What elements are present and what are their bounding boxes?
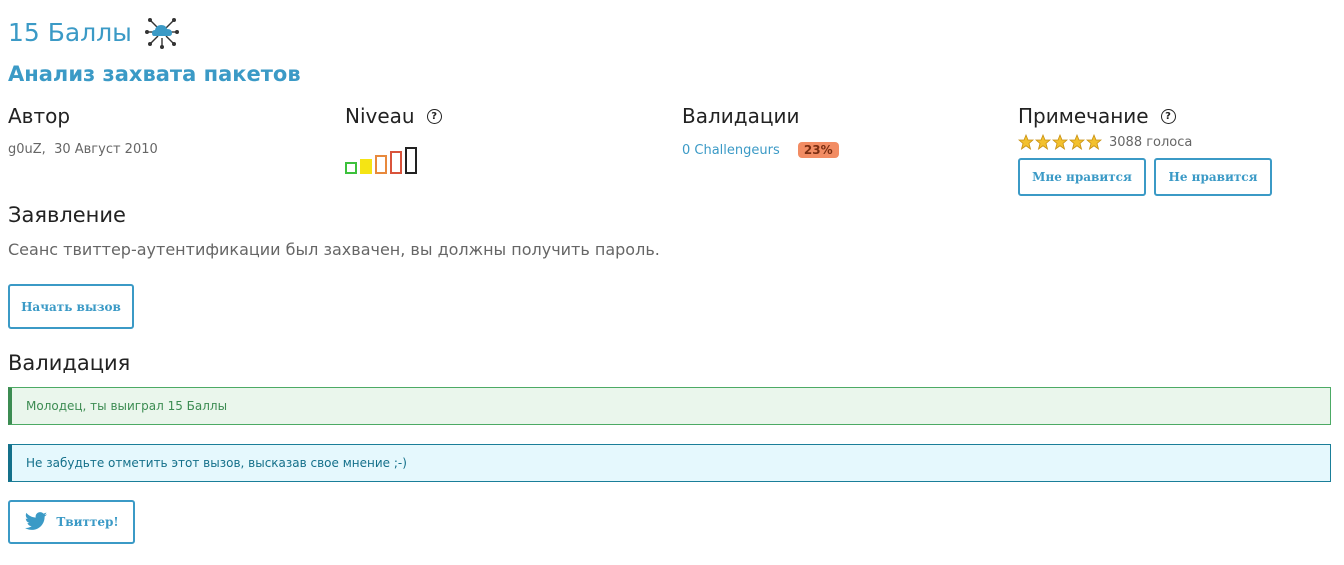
title-row: 15 Баллы [8,14,180,50]
difficulty-level-bars [345,146,442,174]
level-bar-1 [345,162,357,174]
author-meta: g0uZ, 30 Август 2010 [8,142,158,157]
success-message: Молодец, ты выиграл 15 Баллы [26,399,228,413]
info-alert: Не забудьте отметить этот вызов, высказа… [8,444,1331,482]
challenge-title: Анализ захвата пакетов [8,62,301,86]
info-message: Не забудьте отметить этот вызов, высказа… [26,456,407,470]
level-bar-4 [390,151,402,174]
level-heading-row: Niveau ? [345,104,442,128]
like-button[interactable]: Мне нравится [1018,158,1146,196]
level-bar-5 [405,147,417,174]
twitter-bird-icon [25,512,48,530]
statement-heading: Заявление [8,203,126,227]
cloud-network-icon [144,18,179,49]
author-heading: Автор [8,104,71,128]
star-icon [1035,134,1051,150]
rating-stars-row: 3088 голоса [1018,134,1192,150]
challengers-link[interactable]: 0 Challengeurs [682,143,780,158]
success-alert: Молодец, ты выиграл 15 Баллы [8,387,1331,425]
validation-percent-badge: 23% [797,142,839,158]
rating-section: Примечание ? 3088 голоса [1018,104,1192,150]
rating-heading-row: Примечание ? [1018,104,1192,128]
star-icon [1018,134,1034,150]
level-bar-2 [360,159,372,174]
star-icon [1086,134,1102,150]
level-section: Niveau ? [345,104,442,174]
twitter-label: Твиттер! [56,515,119,529]
author-section: Автор g0uZ, 30 Август 2010 [8,104,158,157]
help-icon[interactable]: ? [426,108,442,124]
validations-heading: Валидации [682,104,800,128]
twitter-share-button[interactable]: Твиттер! [8,500,135,544]
dislike-button[interactable]: Не нравится [1154,158,1272,196]
vote-buttons: Мне нравится Не нравится [1018,158,1272,196]
vote-count: 3088 голоса [1109,134,1193,150]
statement-text: Сеанс твиттер-аутентификации был захваче… [8,240,660,259]
start-challenge-button[interactable]: Начать вызов [8,284,134,329]
validations-meta: 0 Challengeurs 23% [682,142,839,158]
level-heading: Niveau [345,104,415,128]
help-icon[interactable]: ? [1160,108,1176,124]
rating-heading: Примечание [1018,104,1149,128]
points-title: 15 Баллы [8,17,132,47]
publish-date: 30 Август 2010 [54,142,158,157]
validations-section: Валидации 0 Challengeurs 23% [682,104,839,158]
star-icon [1052,134,1068,150]
validation-heading: Валидация [8,351,131,375]
star-icon [1069,134,1085,150]
author-name[interactable]: g0uZ [8,142,42,157]
level-bar-3 [375,155,387,174]
